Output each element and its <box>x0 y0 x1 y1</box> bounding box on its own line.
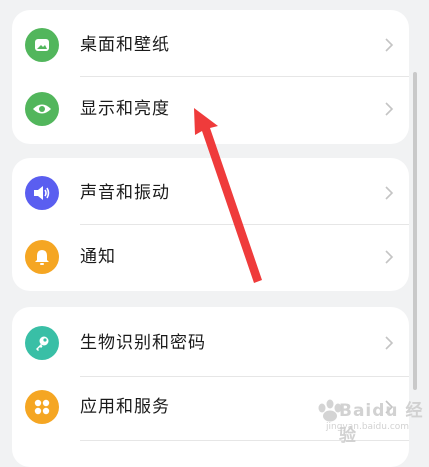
chevron-right-icon <box>385 186 394 200</box>
wallpaper-icon <box>25 28 59 62</box>
settings-item-label: 通知 <box>80 247 116 267</box>
speaker-icon <box>25 176 59 210</box>
settings-group-display: 桌面和壁纸 显示和亮度 <box>12 10 409 144</box>
watermark-text: Baidu 经验 <box>339 401 424 446</box>
settings-item-label: 生物识别和密码 <box>80 333 206 353</box>
settings-item-label: 显示和亮度 <box>80 99 170 119</box>
chevron-right-icon <box>385 250 394 264</box>
watermark-subtext: jingyan.baidu.com <box>326 422 410 432</box>
apps-icon <box>25 390 59 424</box>
settings-item-label: 声音和振动 <box>80 183 170 203</box>
settings-item-wallpaper[interactable]: 桌面和壁纸 <box>12 13 409 77</box>
settings-item-display-brightness[interactable]: 显示和亮度 <box>12 77 409 141</box>
bell-icon <box>25 240 59 274</box>
chevron-right-icon <box>385 336 394 350</box>
settings-item-label: 桌面和壁纸 <box>80 35 170 55</box>
settings-item-sound-vibration[interactable]: 声音和振动 <box>12 161 409 225</box>
settings-item-biometrics-password[interactable]: 生物识别和密码 <box>12 311 409 375</box>
eye-icon <box>25 92 59 126</box>
key-icon <box>25 326 59 360</box>
chevron-right-icon <box>385 38 394 52</box>
settings-item-notifications[interactable]: 通知 <box>12 225 409 289</box>
settings-item-label: 应用和服务 <box>80 397 170 417</box>
chevron-right-icon <box>385 102 394 116</box>
settings-group-sound: 声音和振动 通知 <box>12 158 409 291</box>
scrollbar[interactable] <box>413 72 417 390</box>
